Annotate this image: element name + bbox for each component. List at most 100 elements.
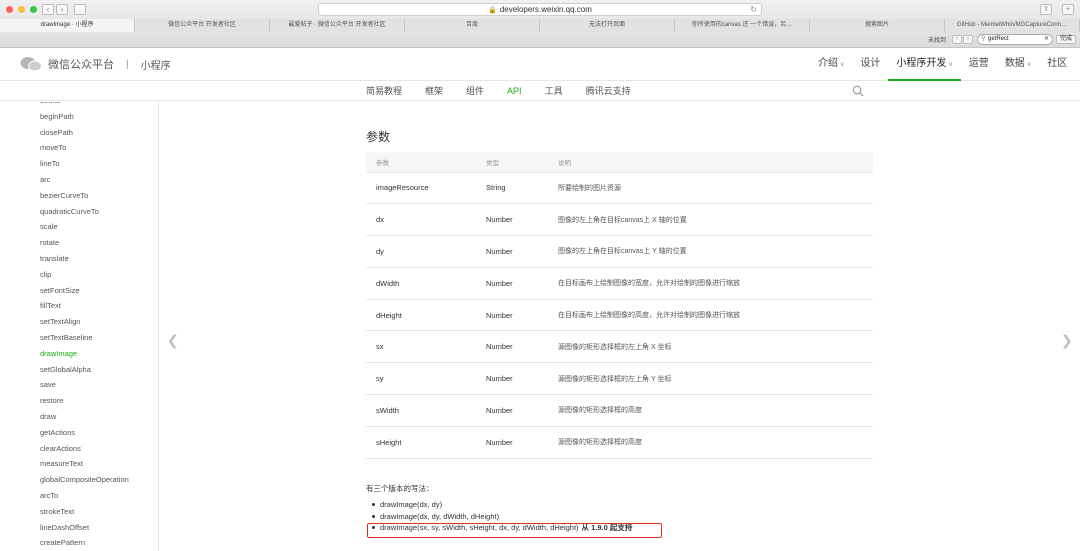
sidebar-item[interactable]: clearActions xyxy=(40,444,81,453)
table-cell: imageResource xyxy=(366,172,486,205)
close-window-button[interactable] xyxy=(6,6,13,13)
table-row: sHeight Number 源图像的矩形选择框的高度 xyxy=(366,426,873,459)
chevron-down-icon: ∨ xyxy=(840,62,845,68)
main-nav-item[interactable]: 设计 xyxy=(852,48,888,81)
table-cell: Number xyxy=(486,394,558,427)
sidebar-item[interactable]: scale xyxy=(40,222,58,231)
browser-tab[interactable]: 最爱帖子 · 微信公众平台 开发者社区 xyxy=(270,19,405,32)
main-nav-label: 设计 xyxy=(860,58,881,69)
table-cell: 在目标画布上绘制图像的高度，允许对绘制的图像进行缩放 xyxy=(558,299,873,332)
find-next-icon[interactable]: › xyxy=(963,35,973,44)
sidebar-item[interactable]: clip xyxy=(40,270,51,279)
table-cell: sWidth xyxy=(366,394,486,427)
section-heading: 参数 xyxy=(366,130,391,144)
sidebar-item[interactable]: lineTo xyxy=(40,159,60,168)
highlight-box xyxy=(367,523,662,538)
browser-tab[interactable]: 无法打开页面 xyxy=(540,19,675,32)
table-row: dy Number 图像的左上角在目标canvas上 Y 轴的位置 xyxy=(366,235,873,268)
zoom-window-button[interactable] xyxy=(30,6,37,13)
sub-nav-item[interactable]: 工具 xyxy=(545,82,563,100)
find-done-button[interactable]: 完成 xyxy=(1056,35,1076,44)
sub-nav-item[interactable]: 框架 xyxy=(425,82,443,100)
share-icon[interactable]: ⇧ xyxy=(1040,4,1052,15)
table-cell: 图像的左上角在目标canvas上 X 轴的位置 xyxy=(558,203,873,237)
sub-nav-item[interactable]: 腾讯云支持 xyxy=(586,82,631,100)
find-status: 未找到 xyxy=(928,38,947,44)
sidebar-item[interactable]: rotate xyxy=(40,238,59,247)
sidebar-item[interactable]: arcTo xyxy=(40,491,58,500)
minimize-window-button[interactable] xyxy=(18,6,25,13)
sidebar-item[interactable]: lineDashOffset xyxy=(40,523,89,532)
new-tab-icon[interactable]: + xyxy=(1062,4,1074,15)
table-cell: Number xyxy=(486,362,558,396)
sidebar-item[interactable]: draw xyxy=(40,412,56,421)
sidebar-item[interactable]: arc xyxy=(40,175,50,184)
table-cell: 在目标画布上绘制图像的宽度，允许对绘制的图像进行缩放 xyxy=(558,267,873,300)
brand-name: 微信公众平台 xyxy=(48,59,114,71)
sidebar-item[interactable]: quadraticCurveTo xyxy=(40,207,99,216)
sidebar-item[interactable]: setGlobalAlpha xyxy=(40,365,91,374)
sidebar-item[interactable]: moveTo xyxy=(40,143,66,152)
find-prev-icon[interactable]: ‹ xyxy=(952,35,962,44)
main-nav-item[interactable]: 介绍 ∨ xyxy=(810,48,852,81)
table-cell: String xyxy=(486,172,558,205)
main-nav-item[interactable]: 小程序开发 ∨ xyxy=(888,48,961,81)
prev-page-icon[interactable]: ❮ xyxy=(167,332,179,349)
main-nav-item[interactable]: 社区 xyxy=(1039,48,1075,81)
table-cell: sHeight xyxy=(366,426,486,459)
usage-item: drawImage(dx, dy, dWidth, dHeight) xyxy=(372,511,872,523)
sidebar-item[interactable]: globalCompositeOperation xyxy=(40,475,129,484)
tab-bar: drawImage · 小程序 微信公众平台 开发者社区 最爱帖子 · 微信公众平台… xyxy=(0,19,1080,32)
forward-icon[interactable]: › xyxy=(56,4,68,15)
url-text: developers.weixin.qq.com xyxy=(499,5,592,14)
browser-tab[interactable]: GitHub - MeimeiWhin/MGCaptureConn… xyxy=(945,19,1080,32)
column-header: 说明 xyxy=(558,152,873,173)
column-header: 类型 xyxy=(486,152,558,173)
sidebar-item[interactable]: setTextBaseline xyxy=(40,333,93,342)
find-query: getRect xyxy=(988,36,1009,42)
back-icon[interactable]: ‹ xyxy=(42,4,54,15)
sidebar-item[interactable]: setTextAlign xyxy=(40,317,80,326)
find-input[interactable]: ⚲ getRect ✖ xyxy=(977,34,1053,45)
clear-icon[interactable]: ✖ xyxy=(1044,35,1049,44)
browser-tab[interactable]: 微信公众平台 开发者社区 xyxy=(135,19,270,32)
browser-tab[interactable]: 你所使用的canvas 还 一个错误，另… xyxy=(675,19,810,32)
next-page-icon[interactable]: ❯ xyxy=(1061,332,1073,349)
sidebar-item[interactable]: save xyxy=(40,380,56,389)
site-logo[interactable]: 微信公众平台 | 小程序 xyxy=(20,56,171,72)
address-bar[interactable]: 🔒 developers.weixin.qq.com ↻ xyxy=(318,3,762,16)
sub-nav-item[interactable]: API xyxy=(507,82,522,100)
sidebar-item[interactable]: measureText xyxy=(40,459,83,468)
main-nav-item[interactable]: 运营 xyxy=(961,48,997,81)
sidebar-item[interactable]: translate xyxy=(40,254,69,263)
params-table: 参数 类型 说明 imageResource String 所要绘制的图片资源 dx N… xyxy=(366,152,873,459)
sidebar-item[interactable]: drawImage xyxy=(40,349,77,358)
sidebar-item[interactable]: fillText xyxy=(40,301,61,310)
sidebar-item[interactable]: beginPath xyxy=(40,112,74,121)
sidebar-item[interactable]: createPattern xyxy=(40,538,85,547)
sidebar-item[interactable]: bezierCurveTo xyxy=(40,191,88,200)
sidebar-item[interactable]: restore xyxy=(40,396,63,405)
table-cell: Number xyxy=(486,203,558,237)
sidebar-item[interactable]: stroke xyxy=(40,102,60,105)
table-row: sWidth Number 源图像的矩形选择框的高度 xyxy=(366,394,873,427)
main-nav: 介绍 ∨ 设计 小程序开发 ∨ 运营 数据 ∨ 社区 xyxy=(810,48,1075,81)
browser-tab[interactable]: 百度 xyxy=(405,19,540,32)
sidebar-toggle-icon[interactable] xyxy=(74,4,86,15)
main-nav-item[interactable]: 数据 ∨ xyxy=(997,48,1039,81)
browser-tab[interactable]: drawImage · 小程序 xyxy=(0,19,135,32)
browser-tab[interactable]: 搜索图片 xyxy=(810,19,945,32)
reload-icon[interactable]: ↻ xyxy=(750,4,757,15)
sidebar-item[interactable]: strokeText xyxy=(40,507,74,516)
sidebar-item[interactable]: closePath xyxy=(40,128,73,137)
main-nav-label: 小程序开发 xyxy=(896,58,947,69)
sidebar-item[interactable]: setFontSize xyxy=(40,286,80,295)
table-cell: 源图像的矩形选择框的高度 xyxy=(558,426,873,459)
usage-signature: drawImage(dx, dy) xyxy=(380,500,443,509)
sub-nav-item[interactable]: 组件 xyxy=(466,82,484,100)
sidebar-item[interactable]: getActions xyxy=(40,428,75,437)
sub-nav-item[interactable]: 简易教程 xyxy=(366,82,402,100)
search-icon[interactable] xyxy=(852,84,864,102)
table-cell: 源图像的矩形选择框的左上角 X 坐标 xyxy=(558,330,873,364)
table-row: sx Number 源图像的矩形选择框的左上角 X 坐标 xyxy=(366,330,873,364)
